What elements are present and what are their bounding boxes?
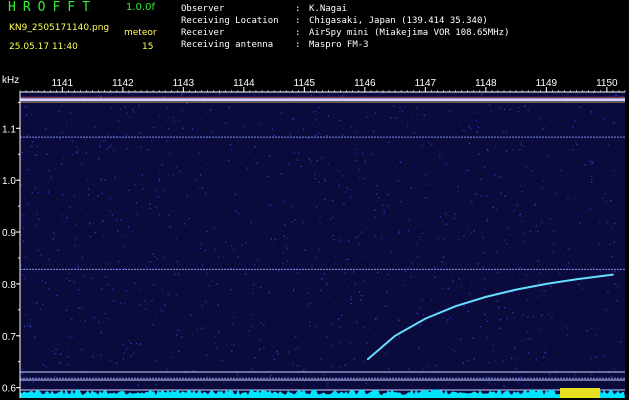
x-tick-label: 1141 [52,78,74,89]
y-tick-label: 0.6 [2,384,16,395]
x-tick-label: 1143 [173,78,195,89]
x-tick-label: 1147 [415,78,437,89]
noise-floor-peak [560,388,600,398]
y-tick-label: 0.9 [2,228,16,239]
y-tick-label: 1.1 [2,124,16,135]
x-tick-label: 1149 [536,78,558,89]
x-tick-label: 1148 [475,78,497,89]
x-tick-label: 1144 [233,78,255,89]
y-tick-label: 0.7 [2,332,16,343]
carrier-band-edge [20,96,625,98]
hrofft-window: HROFFT 1.0.0f KN9_2505171140.png 25.05.1… [0,0,629,400]
spectrogram-background [20,92,625,398]
spectrogram: kHz 1.1 1.0 0.9 0.8 0.7 0.6 1141 1142 1143 1144 114… [2,75,626,398]
x-tick-label: 1145 [294,78,316,89]
y-tick-label: 0.8 [2,280,16,291]
x-tick-label: 1142 [112,78,134,89]
carrier-band [20,98,625,102]
y-tick-label: 1.0 [2,176,16,187]
carrier-band-edge [20,101,625,103]
x-tick-label: 1150 [596,78,618,89]
y-unit-label: kHz [2,75,19,86]
x-tick-label: 1146 [354,78,376,89]
